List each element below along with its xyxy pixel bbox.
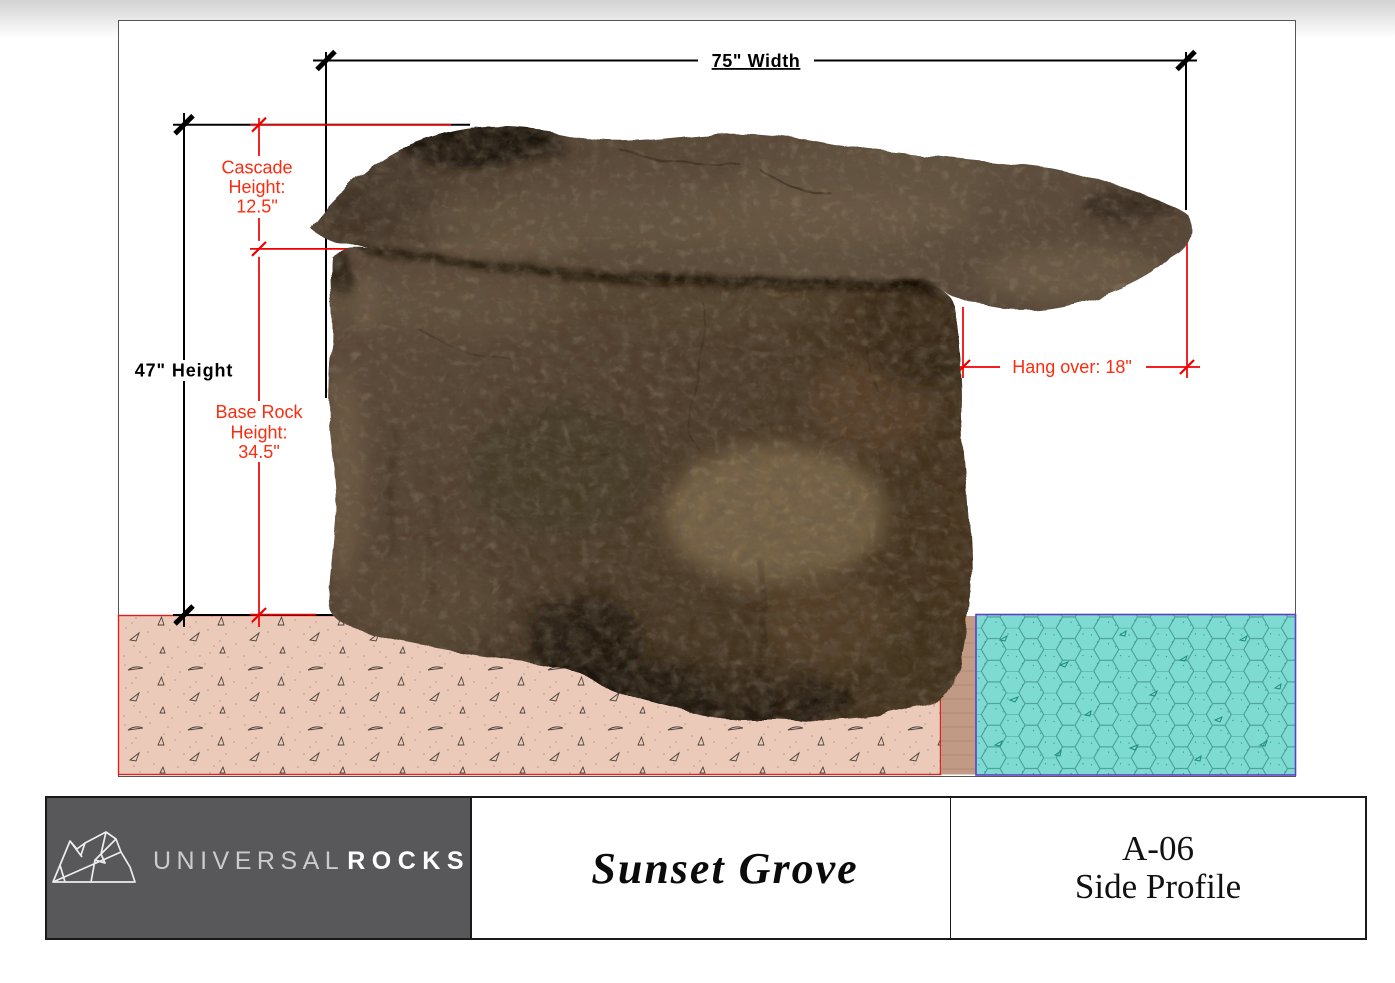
svg-text:Height:: Height:	[228, 177, 285, 197]
svg-text:Hang over: 18": Hang over: 18"	[1012, 357, 1131, 377]
svg-text:12.5": 12.5"	[236, 197, 277, 217]
svg-text:Base Rock: Base Rock	[215, 402, 303, 422]
svg-text:Height:: Height:	[230, 423, 287, 443]
svg-text:Cascade: Cascade	[221, 158, 292, 178]
svg-text:47" Height: 47" Height	[135, 361, 234, 381]
svg-text:34.5": 34.5"	[238, 442, 279, 462]
svg-text:75" Width: 75" Width	[712, 51, 801, 71]
